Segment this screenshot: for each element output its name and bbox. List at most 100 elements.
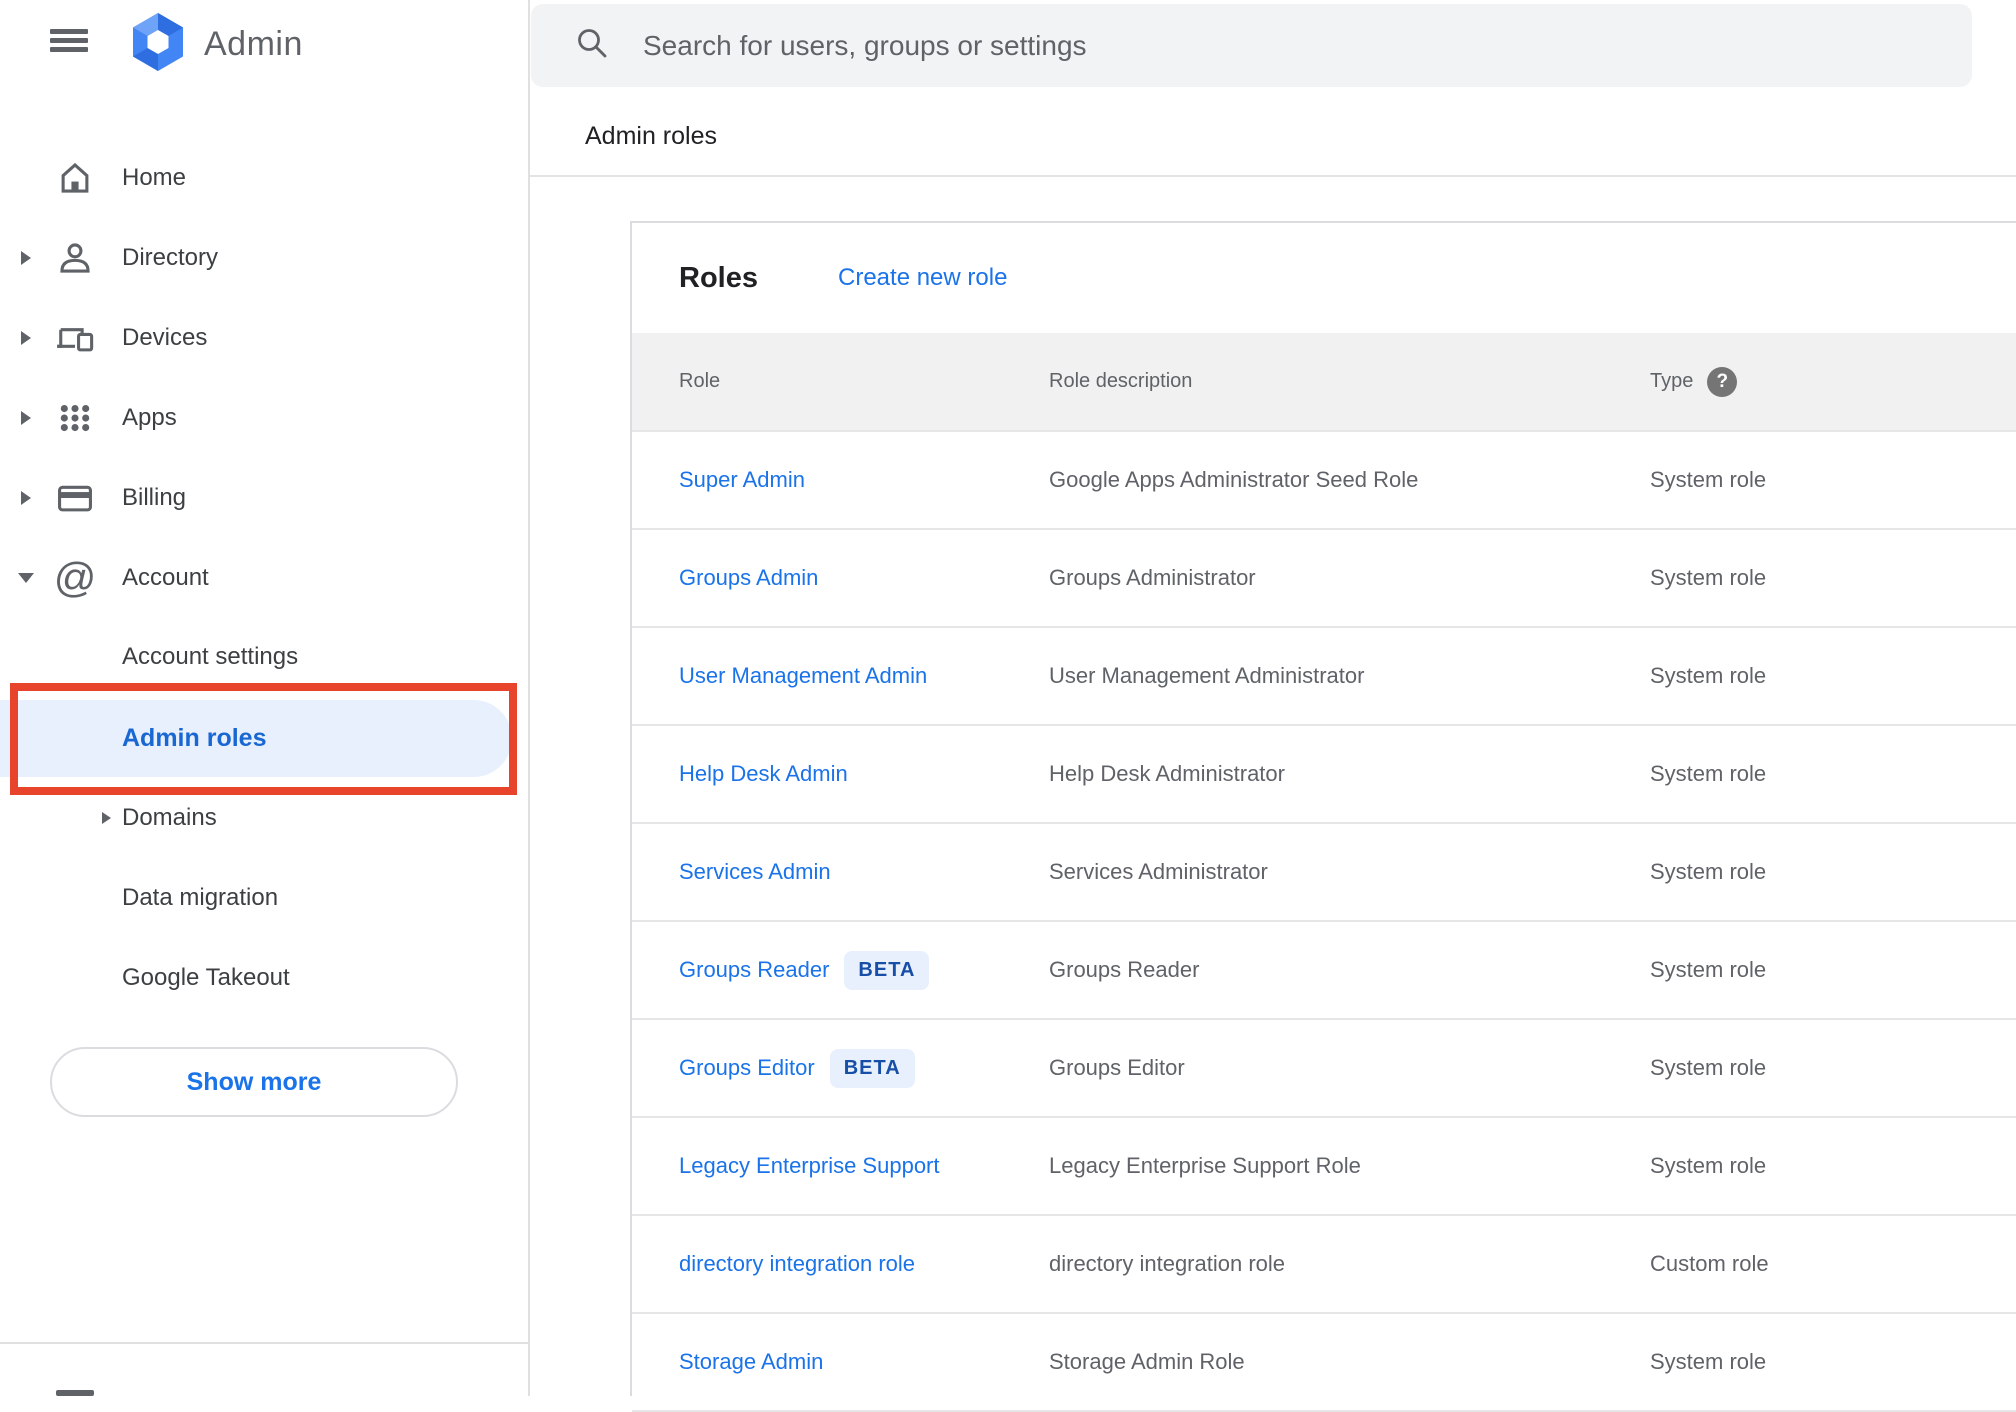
role-cell: directory integration role	[679, 1251, 1049, 1277]
search-input[interactable]	[643, 29, 1843, 62]
role-type: System role	[1650, 1055, 1767, 1080]
role-link[interactable]: directory integration role	[679, 1251, 915, 1277]
table-row: User Management Admin User Management Adm…	[632, 628, 2016, 726]
collapse-arrow-icon[interactable]	[18, 573, 34, 583]
devices-icon	[56, 317, 94, 359]
role-description: Help Desk Administrator	[1049, 761, 1285, 786]
table-row: Groups Editor BETA Groups Editor System rol…	[632, 1020, 2016, 1118]
column-header-type: Type ?	[1650, 366, 2016, 397]
credit-card-icon	[56, 477, 94, 519]
table-row: Groups Reader BETA Groups Reader System rol…	[632, 922, 2016, 1020]
role-cell: Groups Editor BETA	[679, 1048, 1049, 1088]
role-cell: Super Admin	[679, 467, 1049, 493]
role-link[interactable]: Storage Admin	[679, 1349, 823, 1375]
role-description: Services Administrator	[1049, 859, 1268, 884]
person-icon	[56, 237, 94, 279]
menu-icon[interactable]	[50, 29, 88, 52]
sidebar-item-label: Data migration	[122, 884, 279, 911]
sidebar-item-data-migration[interactable]: Data migration	[0, 858, 530, 938]
role-description: Groups Editor	[1049, 1055, 1185, 1080]
table-row: Groups Admin Groups Administrator System r…	[632, 530, 2016, 628]
table-row: Legacy Enterprise Support Legacy Enterpri…	[632, 1118, 2016, 1216]
sidebar-divider	[0, 1342, 530, 1344]
role-type: System role	[1650, 467, 1767, 492]
role-link[interactable]: Groups Editor	[679, 1055, 815, 1081]
role-description: directory integration role	[1049, 1251, 1286, 1276]
table-row: Help Desk Admin Help Desk Administrator Sy…	[632, 726, 2016, 824]
apps-grid-icon	[56, 397, 94, 439]
sidebar-item-label: Account	[122, 564, 209, 591]
admin-logo: Admin	[126, 10, 303, 79]
role-type: System role	[1650, 1349, 1767, 1374]
app-title: Admin	[204, 25, 303, 63]
sidebar-item-account[interactable]: @ Account	[0, 538, 530, 618]
sidebar-item-domains[interactable]: Domains	[0, 778, 530, 858]
role-description: Storage Admin Role	[1049, 1349, 1245, 1374]
table-row: Storage Admin Storage Admin Role System ro…	[632, 1314, 2016, 1412]
table-header-row: Role Role description Type ?	[632, 333, 2016, 432]
sidebar-item-billing[interactable]: Billing	[0, 458, 530, 538]
create-new-role-link[interactable]: Create new role	[838, 264, 1007, 292]
role-link[interactable]: User Management Admin	[679, 663, 927, 689]
role-link[interactable]: Services Admin	[679, 859, 831, 885]
role-type: System role	[1650, 1153, 1767, 1178]
role-type: System role	[1650, 565, 1767, 590]
expand-arrow-icon[interactable]	[18, 331, 34, 345]
show-more-button[interactable]: Show more	[50, 1047, 458, 1117]
expand-arrow-icon[interactable]	[18, 251, 34, 265]
role-cell: Legacy Enterprise Support	[679, 1153, 1049, 1179]
sidebar: Admin Home Directory Devices Apps Billin…	[0, 0, 530, 1396]
role-description: Legacy Enterprise Support Role	[1049, 1153, 1361, 1178]
breadcrumb: Admin roles	[585, 122, 717, 150]
role-link[interactable]: Super Admin	[679, 467, 805, 493]
role-description: Google Apps Administrator Seed Role	[1049, 467, 1419, 492]
role-type: System role	[1650, 663, 1767, 688]
expand-arrow-icon[interactable]	[18, 411, 34, 425]
sidebar-item-google-takeout[interactable]: Google Takeout	[0, 938, 530, 1018]
role-cell: Help Desk Admin	[679, 761, 1049, 787]
role-type: Custom role	[1650, 1251, 1769, 1276]
sidebar-item-admin-roles[interactable]: Admin roles	[0, 700, 512, 777]
roles-panel: Roles Create new role Role Role descript…	[630, 221, 2016, 1412]
role-cell: User Management Admin	[679, 663, 1049, 689]
expand-arrow-icon[interactable]	[18, 491, 34, 505]
role-cell: Groups Reader BETA	[679, 950, 1049, 990]
role-description: Groups Administrator	[1049, 565, 1256, 590]
expand-arrow-icon[interactable]	[98, 812, 114, 824]
sidebar-item-apps[interactable]: Apps	[0, 378, 530, 458]
panel-title: Roles	[679, 261, 758, 294]
search-bar[interactable]	[531, 4, 1972, 87]
role-description: User Management Administrator	[1049, 663, 1365, 688]
sidebar-item-label: Apps	[122, 404, 177, 431]
table-row: Super Admin Google Apps Administrator See…	[632, 432, 2016, 530]
sidebar-item-label: Devices	[122, 324, 208, 351]
table-row: directory integration role directory inte…	[632, 1216, 2016, 1314]
sidebar-item-label: Account settings	[122, 643, 299, 670]
role-cell: Storage Admin	[679, 1349, 1049, 1375]
role-link[interactable]: Help Desk Admin	[679, 761, 848, 787]
sidebar-item-devices[interactable]: Devices	[0, 298, 530, 378]
help-icon[interactable]: ?	[1707, 366, 1738, 397]
divider	[530, 175, 2016, 177]
sidebar-item-label: Admin roles	[122, 724, 267, 752]
sidebar-item-label: Domains	[122, 804, 217, 831]
sidebar-item-home[interactable]: Home	[0, 138, 530, 218]
cutoff-icon	[56, 1390, 94, 1396]
role-link[interactable]: Groups Admin	[679, 565, 818, 591]
role-type: System role	[1650, 859, 1767, 884]
table-row: Services Admin Services Administrator Syst…	[632, 824, 2016, 922]
admin-hexagon-icon	[126, 10, 190, 79]
sidebar-item-directory[interactable]: Directory	[0, 218, 530, 298]
roles-table-body: Super Admin Google Apps Administrator See…	[632, 432, 2016, 1412]
sidebar-item-account-settings[interactable]: Account settings	[0, 617, 530, 697]
role-cell: Services Admin	[679, 859, 1049, 885]
role-link[interactable]: Legacy Enterprise Support	[679, 1153, 940, 1179]
sidebar-item-label: Directory	[122, 244, 219, 271]
role-link[interactable]: Groups Reader	[679, 957, 829, 983]
beta-badge: BETA	[844, 950, 930, 990]
sidebar-item-label: Google Takeout	[122, 964, 290, 991]
role-type: System role	[1650, 761, 1767, 786]
column-header-role-description: Role description	[1049, 370, 1193, 392]
beta-badge: BETA	[829, 1048, 915, 1088]
role-description: Groups Reader	[1049, 957, 1200, 982]
